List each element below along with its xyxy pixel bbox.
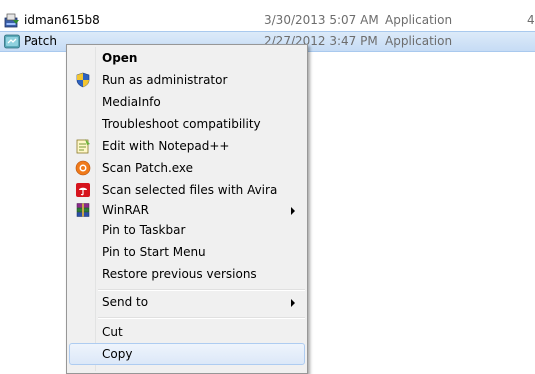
menu-item-copy[interactable]: Copy <box>69 343 305 365</box>
file-type: Application <box>385 13 453 27</box>
menu-item-label: Run as administrator <box>102 73 228 87</box>
menu-item-label: Edit with Notepad++ <box>102 139 230 153</box>
winrar-books-icon <box>76 203 90 217</box>
submenu-arrow-icon <box>291 299 295 307</box>
menu-item-pin-to-taskbar[interactable]: Pin to Taskbar <box>69 219 305 241</box>
notepadpp-icon <box>76 139 90 154</box>
menu-item-label: Troubleshoot compatibility <box>102 117 261 131</box>
uac-shield-icon <box>76 72 90 88</box>
menu-item-label: MediaInfo <box>102 95 161 109</box>
file-size: 4, <box>527 13 535 27</box>
context-menu: Open Run as administrator MediaInfo Trou… <box>66 44 308 374</box>
file-row-idman615b8[interactable]: idman615b8 3/30/2013 5:07 AM Application… <box>0 10 535 31</box>
menu-item-cut[interactable]: Cut <box>69 321 305 343</box>
menu-item-scan-patch[interactable]: Scan Patch.exe <box>69 157 305 179</box>
file-name: idman615b8 <box>24 13 100 27</box>
file-type: Application <box>385 34 453 48</box>
menu-item-restore-previous-versions[interactable]: Restore previous versions <box>69 263 305 285</box>
menu-item-winrar[interactable]: WinRAR <box>69 199 305 221</box>
menu-item-label: Pin to Start Menu <box>102 245 206 259</box>
submenu-arrow-icon <box>291 207 295 215</box>
avast-scan-icon <box>75 160 91 176</box>
menu-item-edit-with-notepadpp[interactable]: Edit with Notepad++ <box>69 135 305 157</box>
menu-item-scan-with-avira[interactable]: Scan selected files with Avira <box>69 179 305 201</box>
menu-item-label: Scan selected files with Avira <box>102 183 278 197</box>
menu-item-label: Open <box>102 51 138 65</box>
avira-umbrella-icon <box>76 183 90 197</box>
menu-item-open[interactable]: Open <box>69 47 305 69</box>
menu-item-troubleshoot-compatibility[interactable]: Troubleshoot compatibility <box>69 113 305 135</box>
menu-separator <box>98 317 305 319</box>
menu-item-label: Copy <box>102 347 133 361</box>
menu-item-label: Send to <box>102 295 149 309</box>
menu-item-label: WinRAR <box>102 203 149 217</box>
file-name: Patch <box>24 34 57 48</box>
menu-item-label: Pin to Taskbar <box>102 223 186 237</box>
menu-item-run-as-administrator[interactable]: Run as administrator <box>69 69 305 91</box>
menu-item-pin-to-start-menu[interactable]: Pin to Start Menu <box>69 241 305 263</box>
menu-item-label: Cut <box>102 325 123 339</box>
menu-item-label: Scan Patch.exe <box>102 161 194 175</box>
file-date: 3/30/2013 5:07 AM <box>264 13 379 27</box>
menu-item-mediainfo[interactable]: MediaInfo <box>69 91 305 113</box>
menu-item-label: Restore previous versions <box>102 267 257 281</box>
menu-item-send-to[interactable]: Send to <box>69 291 305 313</box>
idm-installer-icon <box>4 13 19 28</box>
patch-app-icon <box>4 34 20 49</box>
